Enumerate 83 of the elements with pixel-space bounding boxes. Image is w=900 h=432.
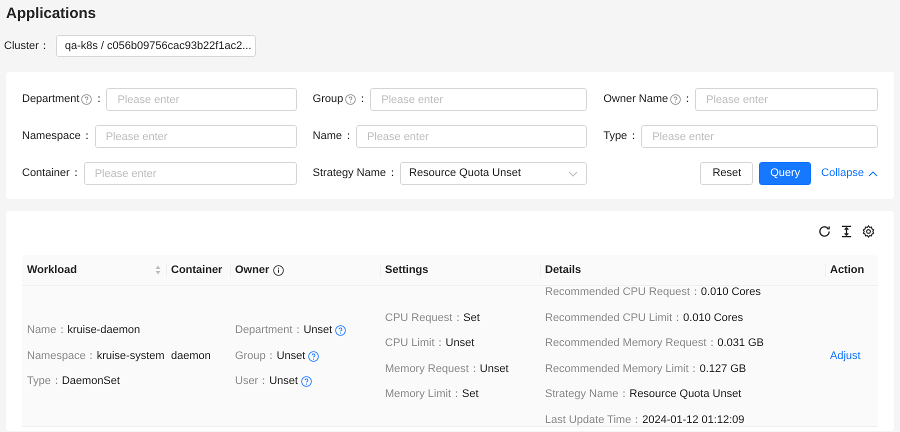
field-label: Cluster [4,38,39,54]
input-field[interactable]: Please enter [356,125,588,148]
field-label: CPU Limit： [385,336,446,351]
field-value: 2024-01-12 01:12:09 [642,412,744,428]
colon: ： [357,92,368,108]
field-label: Type： [27,374,62,390]
field-value: Unset [276,348,306,364]
field-label: Namespace： [27,348,97,364]
field-label: Department： [235,323,304,338]
strategy-select[interactable]: Resource Quota Unset [400,162,588,185]
field-label: Group： [235,348,277,364]
column-header[interactable]: Action [830,262,864,278]
colon: ： [70,166,82,182]
field-value: Unset [303,323,332,338]
colon: ： [343,129,354,144]
field-value: Set [462,387,479,402]
colon: ： [628,129,640,144]
help-icon [300,376,312,387]
field-value: Set [463,310,480,326]
help-icon [81,94,92,105]
field-value: Unset [480,362,509,376]
colon: ： [82,129,93,144]
field-value: Unset [446,336,474,351]
input-field[interactable]: Please enter [370,88,588,111]
adjust-link[interactable]: Adjust [830,348,861,364]
help-icon [345,94,356,105]
column-height-icon[interactable] [840,225,853,238]
help-icon [308,350,320,362]
field-value: Unset [269,374,298,390]
field-value: kruise-system [96,348,165,364]
table-cell-text: daemon [171,348,211,364]
field-label: Container [22,166,70,182]
field-label: Name： [27,323,68,338]
page-title: Applications [6,5,96,22]
info-icon [273,264,284,276]
colon: ： [38,38,50,54]
help-icon [670,94,682,105]
chevron-up-icon [868,168,878,178]
column-header[interactable]: Workload [27,262,77,278]
column-header[interactable]: Container [171,262,222,278]
colon: ： [93,92,104,108]
input-field[interactable]: Please enter [84,162,297,185]
field-value: kruise-daemon [67,323,140,338]
colon: ： [387,166,398,182]
refresh-icon[interactable] [818,225,831,238]
input-field[interactable]: Please enter [695,88,878,111]
field-label: Recommended Memory Limit： [545,362,700,376]
column-header[interactable]: Details [545,262,582,278]
query-button[interactable]: Query [759,162,812,185]
field-label: Memory Limit： [385,387,462,402]
field-label: Recommended CPU Limit： [545,310,684,326]
cluster-select[interactable]: qa-k8s / c056b09756cac93b22f1ac2... [56,35,256,57]
field-label: Strategy Name： [545,387,630,402]
field-label: User： [235,374,270,390]
field-value: 0.010 Cores [683,310,744,326]
field-label: Department [22,92,80,108]
column-header[interactable]: Owner [235,262,270,278]
field-label: Owner Name [603,92,668,108]
field-value: Resource Quota Unset [629,387,742,402]
field-label: Namespace [22,129,81,144]
input-field[interactable]: Please enter [641,125,878,148]
field-label: Type [603,129,628,144]
field-value: 0.010 Cores [700,285,761,300]
field-value: 0.031 GB [717,336,764,351]
field-label: Recommended CPU Request： [545,285,701,300]
field-value: 0.127 GB [700,362,746,376]
field-label: Last Update Time： [545,412,642,428]
field-label: CPU Request： [385,310,464,326]
colon: ： [682,92,694,108]
help-icon [335,325,346,336]
field-value: DaemonSet [62,374,120,390]
field-label: Group [312,92,344,108]
field-label: Recommended Memory Request： [545,336,718,351]
chevron-down-icon [568,168,578,178]
collapse-link[interactable]: Collapse [821,165,878,182]
field-label: Memory Request： [385,362,480,376]
reset-button[interactable]: Reset [700,162,754,185]
column-header[interactable]: Settings [385,262,428,278]
input-field[interactable]: Please enter [106,88,297,111]
field-label: Name [312,129,342,144]
input-field[interactable]: Please enter [94,125,297,148]
field-label: Strategy Name [312,166,386,182]
settings-icon[interactable] [862,225,875,238]
